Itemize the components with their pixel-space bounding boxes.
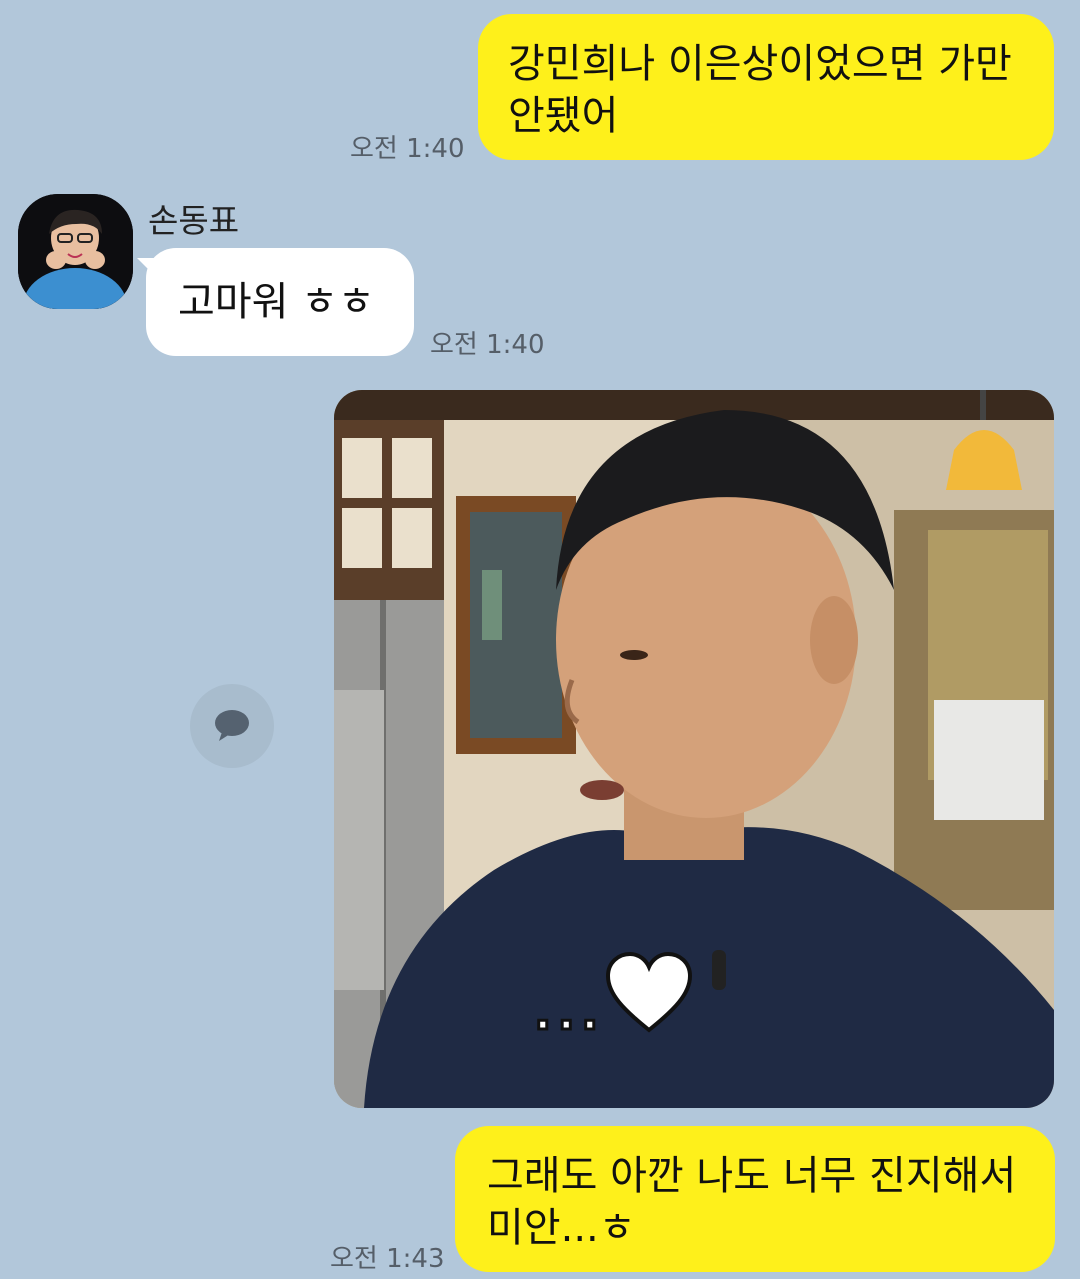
image-message[interactable]: ... — [334, 390, 1054, 1108]
profile-photo — [18, 194, 133, 309]
message-timestamp: 오전 1:43 — [330, 1244, 445, 1274]
sender-name: 손동표 — [148, 201, 240, 240]
share-button[interactable] — [190, 684, 274, 768]
heart-icon — [606, 951, 693, 1033]
message-timestamp: 오전 1:40 — [430, 330, 545, 360]
my-message-bubble[interactable]: 강민희나 이은상이었으면 가만 안됐어 — [478, 14, 1054, 160]
ellipsis: ... — [532, 986, 605, 1040]
message-timestamp: 오전 1:40 — [350, 134, 465, 164]
sender-avatar[interactable] — [18, 194, 133, 309]
speech-bubble-icon — [215, 710, 249, 741]
received-message-bubble[interactable]: 고마워 ㅎㅎ — [146, 248, 414, 356]
my-message-bubble[interactable]: 그래도 아깐 나도 너무 진지해서 미안...ㅎ — [455, 1126, 1055, 1272]
photo-caption: ... — [532, 950, 694, 1040]
